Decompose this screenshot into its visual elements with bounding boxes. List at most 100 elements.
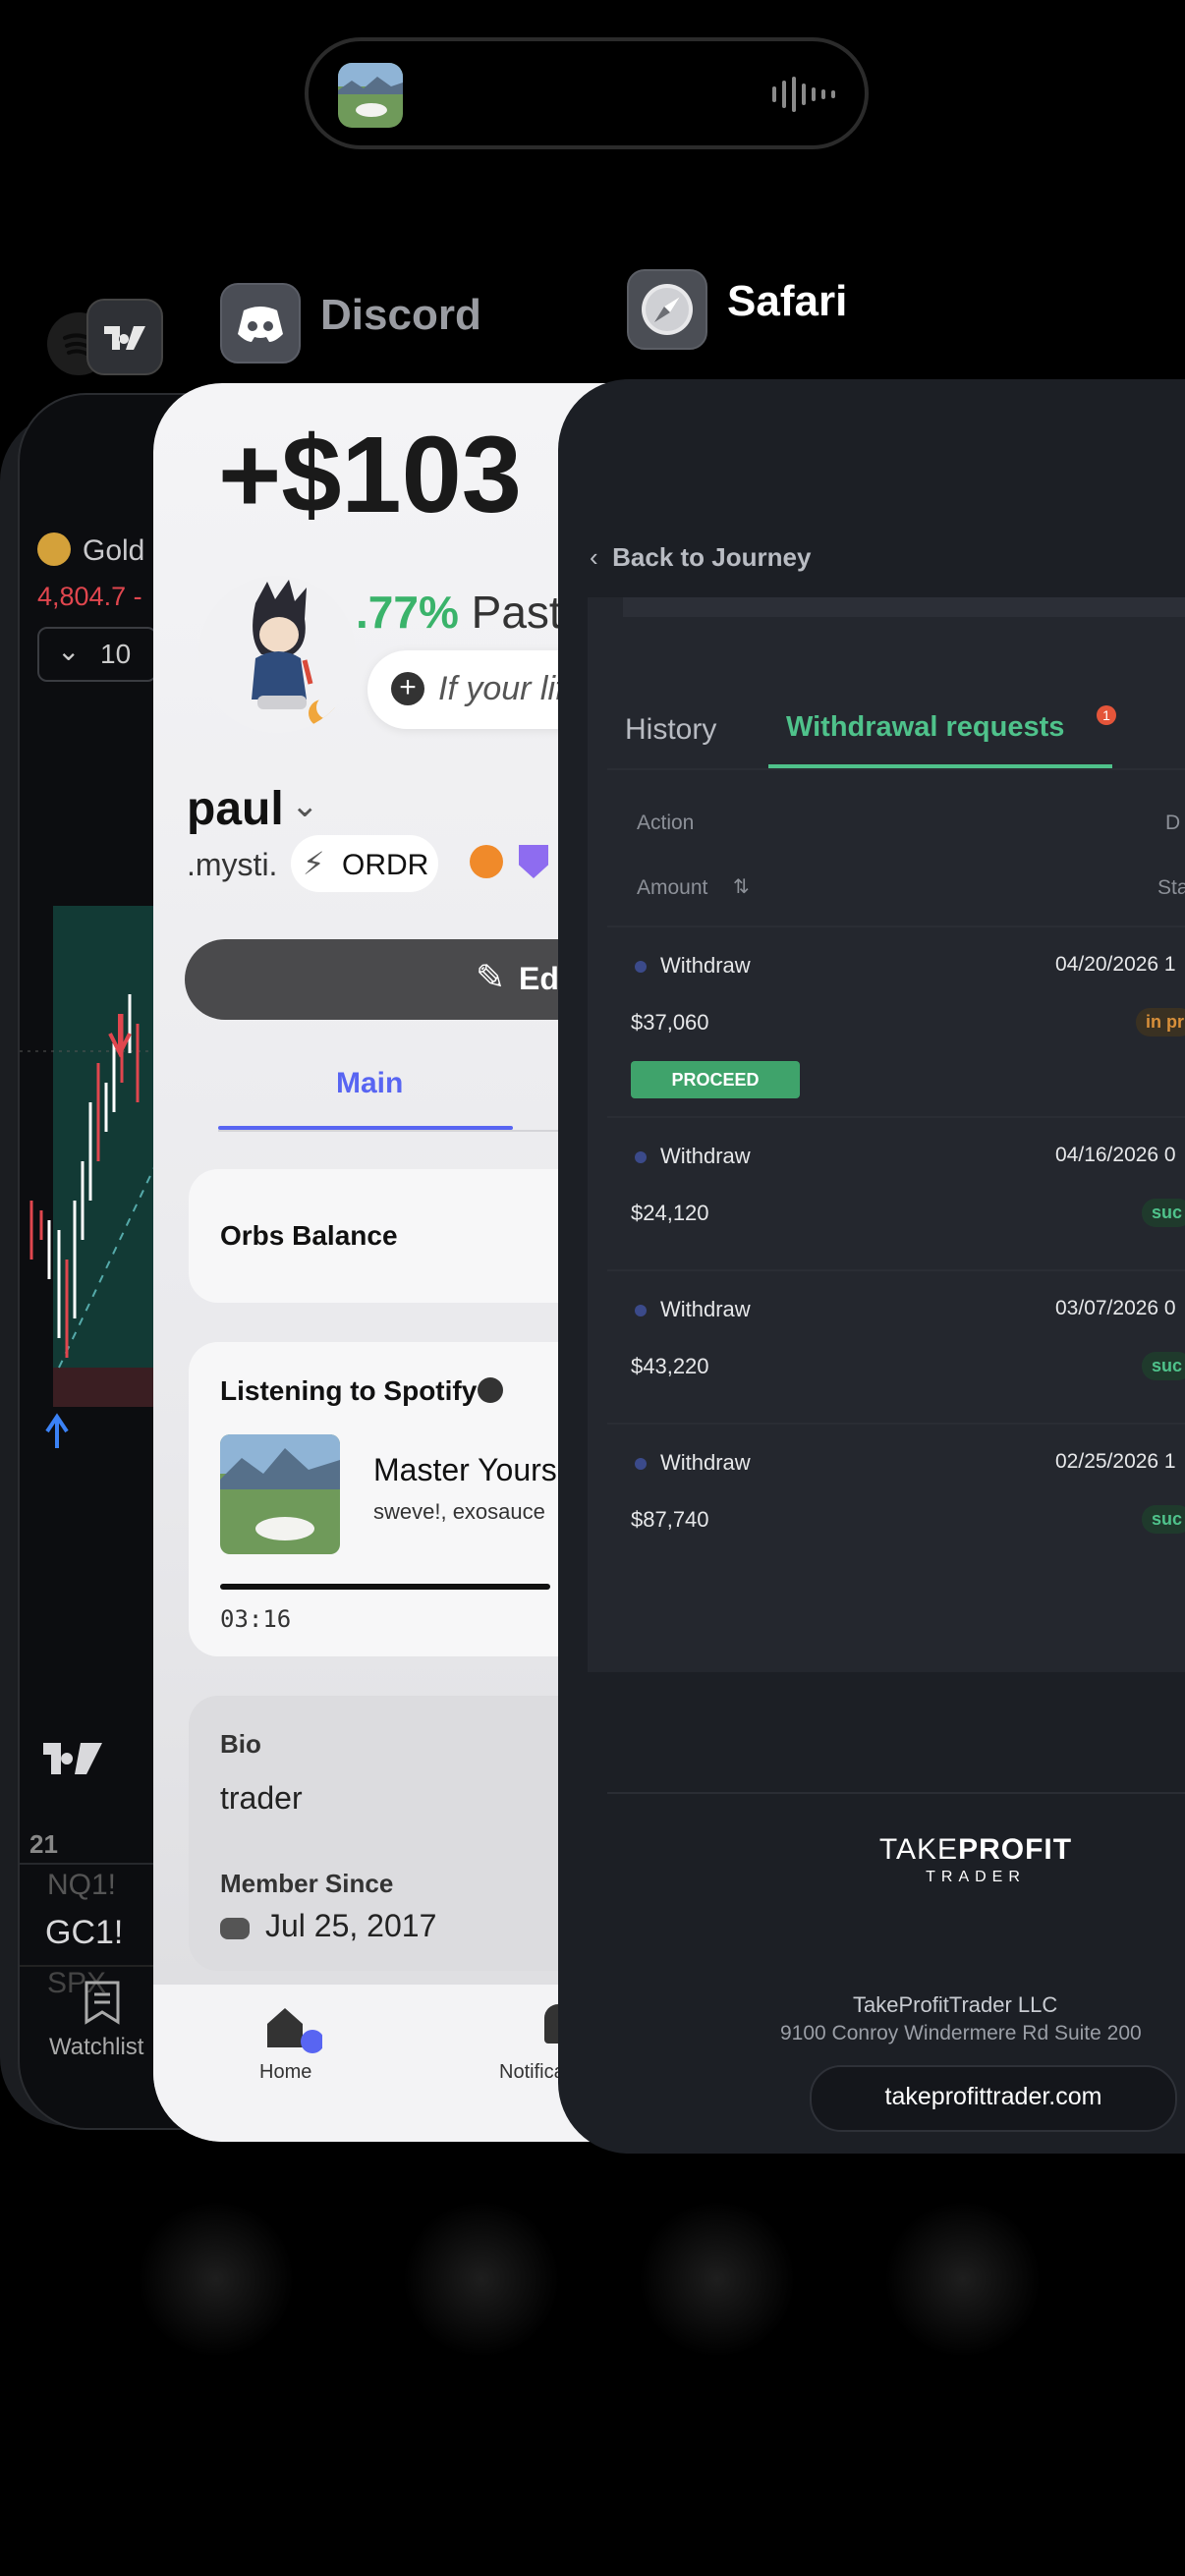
notification-badge: 1 [1097,705,1116,725]
column-header-amount[interactable]: Amount [637,876,707,900]
row-action: Withdraw [660,1450,751,1475]
url-text: takeprofittrader.com [884,2083,1102,2110]
column-header-d: D [1165,812,1181,834]
row-action: Withdraw [660,1297,751,1321]
table-row[interactable]: Withdraw 04/20/2026 1 $37,060 in pr PROC… [588,927,1185,1116]
company-name: TakeProfitTrader LLC [853,1992,1058,2017]
withdraw-dot-icon [635,1305,647,1316]
orb-badge-icon [470,845,503,878]
track-title: Master Yours [373,1452,557,1487]
member-since-date: Jul 25, 2017 [265,1908,437,1943]
profile-avatar[interactable] [198,576,356,733]
safari-app-card[interactable]: ‹ Back to Journey History Withdrawal req… [558,379,1185,2154]
tab-main[interactable]: Main [336,1067,403,1100]
user-handle: .mysti. [187,847,278,882]
clan-badge-icon: ⚡ [303,846,325,881]
nav-home-label[interactable]: Home [259,2061,311,2084]
content-panel: History Withdrawal requests 1 Action D A… [588,597,1185,1672]
status-badge: suc [1142,1352,1185,1380]
table-row[interactable]: Withdraw 03/07/2026 0 $43,220 suc [588,1271,1185,1423]
track-elapsed-time: 03:16 [220,1605,292,1633]
bio-label: Bio [220,1729,261,1759]
clan-tag[interactable]: ⚡ ORDR [291,835,438,892]
interval-value: 10 [100,639,132,669]
row-date: 04/20/2026 1 [1055,953,1176,976]
tabs-divider [607,768,1185,770]
discord-app-label[interactable]: Discord [320,291,481,340]
safari-app-label[interactable]: Safari [727,277,847,326]
withdraw-dot-icon [635,1151,647,1163]
takeprofit-logo: TAKEPROFIT TRADER [873,1833,1079,1886]
watchlist-tab-label[interactable]: Watchlist [49,2034,143,2061]
proceed-button[interactable]: PROCEED [631,1061,800,1098]
discord-small-icon [220,1918,250,1939]
panel-top-strip [623,597,1185,617]
tab-history[interactable]: History [625,713,716,747]
album-artwork[interactable] [220,1434,340,1554]
shield-badge-icon [519,845,548,878]
symbol-price: 4,804.7 - [37,582,142,611]
plus-circle-icon: + [391,672,424,705]
spotify-heading: Listening to Spotify [220,1375,478,1406]
tab-withdrawal-requests[interactable]: Withdrawal requests [786,711,1064,744]
row-amount: $24,120 [631,1201,709,1225]
logo-trader: TRADER [926,1869,1026,1885]
pencil-icon: ✎ [476,957,506,997]
watchlist-item[interactable]: GC1! [45,1914,123,1952]
bio-text: trader [220,1780,303,1816]
home-icon[interactable] [263,2004,324,2053]
orbs-balance-label: Orbs Balance [220,1220,398,1251]
tradingview-logo-icon [43,1743,106,1783]
dock-icon-blur [403,2201,560,2358]
row-action: Withdraw [660,1144,751,1168]
table-row[interactable]: Withdraw 04/16/2026 0 $24,120 suc [588,1118,1185,1269]
now-playing-artwork [338,63,403,128]
symbol-label: Gold [83,534,145,567]
interval-selector[interactable]: ⌄ 10 [37,627,157,682]
track-artists: sweve!, exosauce [373,1499,545,1524]
sort-icon[interactable]: ⇅ [733,874,750,899]
row-date: 02/25/2026 1 [1055,1450,1176,1473]
status-badge: suc [1142,1199,1185,1227]
address-bar[interactable]: takeprofittrader.com [810,2065,1177,2132]
logo-take: TAKE [878,1833,959,1866]
row-amount: $43,220 [631,1354,709,1378]
chevron-left-icon: ‹ [590,542,598,572]
username-chevron-icon[interactable]: ⌄ [291,786,319,825]
dock-icon-blur [639,2201,796,2358]
footer-divider [607,1792,1185,1794]
dynamic-island[interactable] [305,37,869,149]
tradingview-app-icon[interactable] [86,299,163,375]
pnl-percent-suffix: Past [471,587,562,638]
row-amount: $87,740 [631,1507,709,1532]
discord-app-icon[interactable] [220,283,301,364]
withdraw-dot-icon [635,1458,647,1470]
member-since-label: Member Since [220,1869,394,1898]
column-header-status: Sta [1157,876,1185,899]
row-action: Withdraw [660,953,751,978]
pnl-percent: .77% Past [356,586,562,639]
chevron-down-icon: ⌄ [57,636,81,666]
clan-tag-label: ORDR [342,849,429,881]
dock-icon-blur [138,2201,295,2358]
column-header-action: Action [637,812,695,834]
pnl-percent-value: .77% [356,587,459,638]
safari-app-icon[interactable] [627,269,707,350]
row-date: 04/16/2026 0 [1055,1144,1176,1166]
spotify-icon [478,1377,503,1403]
nav-notifications-label[interactable]: Notifica [499,2061,565,2084]
status-prompt: If your lif [438,670,565,707]
dock-icon-blur [884,2201,1042,2358]
row-amount: $37,060 [631,1010,709,1035]
withdraw-dot-icon [635,961,647,973]
table-row[interactable]: Withdraw 02/25/2026 1 $87,740 suc [588,1425,1185,1576]
track-progress-bar[interactable] [220,1584,550,1590]
username: paul [187,783,284,835]
row-date: 03/07/2026 0 [1055,1297,1176,1319]
status-badge: in pr [1136,1008,1185,1036]
watchlist-item[interactable]: NQ1! [47,1869,116,1902]
back-to-journey-link[interactable]: ‹ Back to Journey [590,542,811,573]
audio-waveform-icon [772,77,835,112]
pnl-amount: +$103 [218,415,522,535]
status-badge: suc [1142,1505,1185,1534]
